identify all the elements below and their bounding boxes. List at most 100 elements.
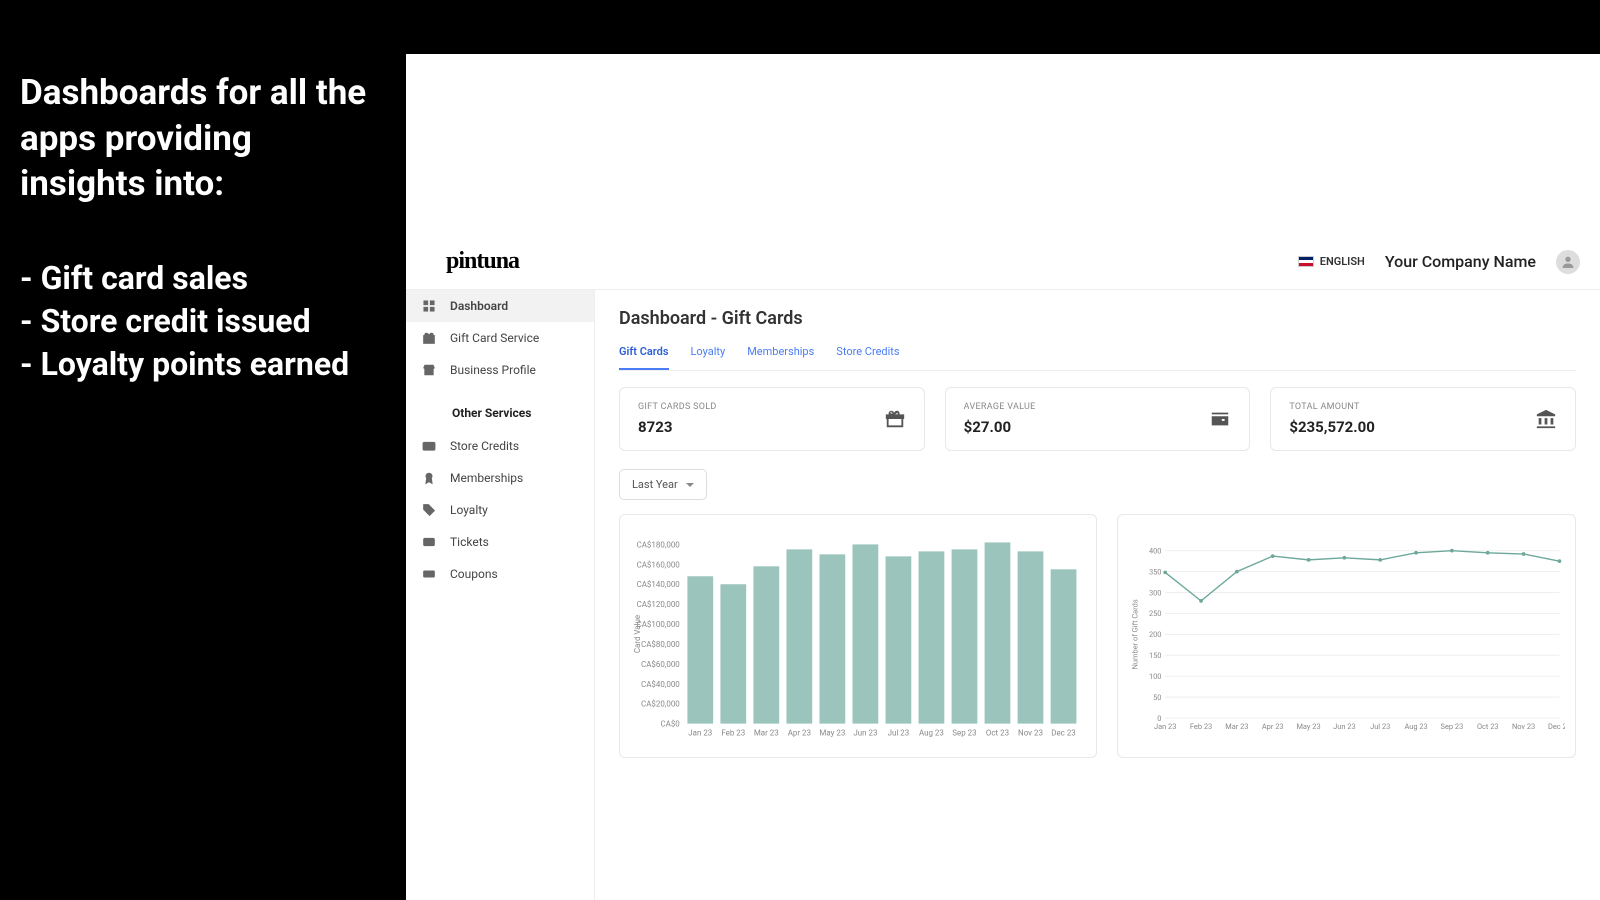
flag-icon xyxy=(1298,256,1314,267)
sidebar-item-label: Coupons xyxy=(450,567,498,581)
svg-text:Jan 23: Jan 23 xyxy=(1154,722,1176,731)
sidebar-item-loyalty[interactable]: Loyalty xyxy=(406,494,594,526)
svg-text:Jun 23: Jun 23 xyxy=(1333,722,1355,731)
sidebar: Dashboard Gift Card Service Business Pro… xyxy=(406,290,595,900)
svg-text:Mar 23: Mar 23 xyxy=(754,729,779,738)
sidebar-item-label: Loyalty xyxy=(450,503,488,517)
tabs: Gift Cards Loyalty Memberships Store Cre… xyxy=(619,345,1576,371)
coupon-icon: $ xyxy=(422,567,436,581)
tab-store-credits[interactable]: Store Credits xyxy=(836,345,899,370)
marketing-headline: Dashboards for all the apps providing in… xyxy=(20,70,386,207)
stats-row: GIFT CARDS SOLD 8723 AVERAGE VALUE $27.0… xyxy=(619,387,1576,451)
bar-chart-card: CA$0CA$20,000CA$40,000CA$60,000CA$80,000… xyxy=(619,514,1097,758)
svg-text:CA$120,000: CA$120,000 xyxy=(637,600,681,609)
language-selector[interactable]: ENGLISH xyxy=(1298,255,1365,268)
marketing-bullets: - Gift card sales - Store credit issued … xyxy=(20,257,386,387)
svg-text:Sep 23: Sep 23 xyxy=(952,729,976,738)
svg-text:Jul 23: Jul 23 xyxy=(1370,722,1390,731)
svg-text:CA$160,000: CA$160,000 xyxy=(637,560,681,569)
svg-text:CA$140,000: CA$140,000 xyxy=(637,580,681,589)
stat-label: GIFT CARDS SOLD xyxy=(638,402,717,412)
svg-text:Oct 23: Oct 23 xyxy=(986,729,1009,738)
tab-memberships[interactable]: Memberships xyxy=(747,345,814,370)
svg-text:Nov 23: Nov 23 xyxy=(1018,729,1043,738)
stat-value: $27.00 xyxy=(964,418,1036,436)
chevron-down-icon xyxy=(686,483,694,487)
sidebar-item-store-credits[interactable]: Store Credits xyxy=(406,430,594,462)
page-title: Dashboard - Gift Cards xyxy=(619,308,1576,329)
stat-value: $235,572.00 xyxy=(1289,418,1375,436)
svg-text:Dec 23: Dec 23 xyxy=(1548,722,1565,731)
sidebar-item-label: Business Profile xyxy=(450,363,536,377)
company-name: Your Company Name xyxy=(1385,252,1536,271)
wallet-icon xyxy=(1209,408,1231,430)
line-chart: 050100150200250300350400Number of Gift C… xyxy=(1128,529,1565,749)
line-chart-card: 050100150200250300350400Number of Gift C… xyxy=(1117,514,1576,758)
svg-text:Jun 23: Jun 23 xyxy=(853,729,877,738)
stat-value: 8723 xyxy=(638,418,717,436)
stat-card-total: TOTAL AMOUNT $235,572.00 xyxy=(1270,387,1576,451)
sidebar-item-tickets[interactable]: Tickets xyxy=(406,526,594,558)
gift-icon xyxy=(884,408,906,430)
svg-text:CA$40,000: CA$40,000 xyxy=(641,680,680,689)
svg-text:Jan 23: Jan 23 xyxy=(688,729,712,738)
svg-text:150: 150 xyxy=(1149,651,1162,660)
svg-text:Mar 23: Mar 23 xyxy=(1225,722,1248,731)
svg-text:250: 250 xyxy=(1149,609,1162,618)
svg-text:CA$60,000: CA$60,000 xyxy=(641,660,680,669)
tag-icon xyxy=(422,503,436,517)
bar-chart: CA$0CA$20,000CA$40,000CA$60,000CA$80,000… xyxy=(630,529,1086,749)
svg-text:Jul 23: Jul 23 xyxy=(888,729,910,738)
svg-text:350: 350 xyxy=(1149,567,1162,576)
avatar[interactable] xyxy=(1556,250,1580,274)
tab-loyalty[interactable]: Loyalty xyxy=(691,345,726,370)
stat-card-sold: GIFT CARDS SOLD 8723 xyxy=(619,387,925,451)
grid-icon xyxy=(422,299,436,313)
stat-label: TOTAL AMOUNT xyxy=(1289,402,1375,412)
svg-text:100: 100 xyxy=(1149,672,1162,681)
svg-text:400: 400 xyxy=(1149,546,1162,555)
svg-text:200: 200 xyxy=(1149,630,1162,639)
sidebar-item-label: Gift Card Service xyxy=(450,331,539,345)
sidebar-item-label: Store Credits xyxy=(450,439,519,453)
svg-text:CA$180,000: CA$180,000 xyxy=(637,540,681,549)
sidebar-item-label: Memberships xyxy=(450,471,523,485)
svg-text:Number of Gift Cards: Number of Gift Cards xyxy=(1130,599,1139,669)
badge-icon xyxy=(422,471,436,485)
bank-icon xyxy=(1535,408,1557,430)
svg-text:CA$80,000: CA$80,000 xyxy=(641,640,680,649)
sidebar-item-memberships[interactable]: Memberships xyxy=(406,462,594,494)
main-content: Dashboard - Gift Cards Gift Cards Loyalt… xyxy=(595,290,1600,900)
time-filter-dropdown[interactable]: Last Year xyxy=(619,469,707,500)
svg-text:Feb 23: Feb 23 xyxy=(721,729,745,738)
logo: pintuna xyxy=(446,248,519,275)
svg-text:Card Value: Card Value xyxy=(633,615,642,653)
app-window: pintuna ENGLISH Your Company Name xyxy=(406,54,1600,900)
sidebar-item-label: Tickets xyxy=(450,535,489,549)
sidebar-item-business-profile[interactable]: Business Profile xyxy=(406,354,594,386)
app-header: pintuna ENGLISH Your Company Name xyxy=(406,234,1600,290)
sidebar-item-gift-card-service[interactable]: Gift Card Service xyxy=(406,322,594,354)
tab-gift-cards[interactable]: Gift Cards xyxy=(619,345,669,370)
svg-text:Oct 23: Oct 23 xyxy=(1477,722,1499,731)
svg-text:Aug 23: Aug 23 xyxy=(1404,722,1427,731)
gift-icon xyxy=(422,331,436,345)
ticket-icon xyxy=(422,535,436,549)
svg-text:CA$100,000: CA$100,000 xyxy=(637,620,681,629)
svg-text:May 23: May 23 xyxy=(1296,722,1320,731)
svg-text:CA$20,000: CA$20,000 xyxy=(641,700,680,709)
svg-text:50: 50 xyxy=(1153,693,1161,702)
svg-text:May 23: May 23 xyxy=(819,729,845,738)
sidebar-item-dashboard[interactable]: Dashboard xyxy=(406,290,594,322)
sidebar-item-coupons[interactable]: $ Coupons xyxy=(406,558,594,590)
svg-text:300: 300 xyxy=(1149,588,1162,597)
stat-card-average: AVERAGE VALUE $27.00 xyxy=(945,387,1251,451)
svg-text:Apr 23: Apr 23 xyxy=(788,729,811,738)
svg-text:Aug 23: Aug 23 xyxy=(919,729,944,738)
sidebar-section-label: Other Services xyxy=(406,386,594,430)
svg-text:Feb 23: Feb 23 xyxy=(1190,722,1212,731)
svg-text:Nov 23: Nov 23 xyxy=(1512,722,1535,731)
stat-label: AVERAGE VALUE xyxy=(964,402,1036,412)
marketing-panel: Dashboards for all the apps providing in… xyxy=(0,0,406,900)
store-icon xyxy=(422,363,436,377)
